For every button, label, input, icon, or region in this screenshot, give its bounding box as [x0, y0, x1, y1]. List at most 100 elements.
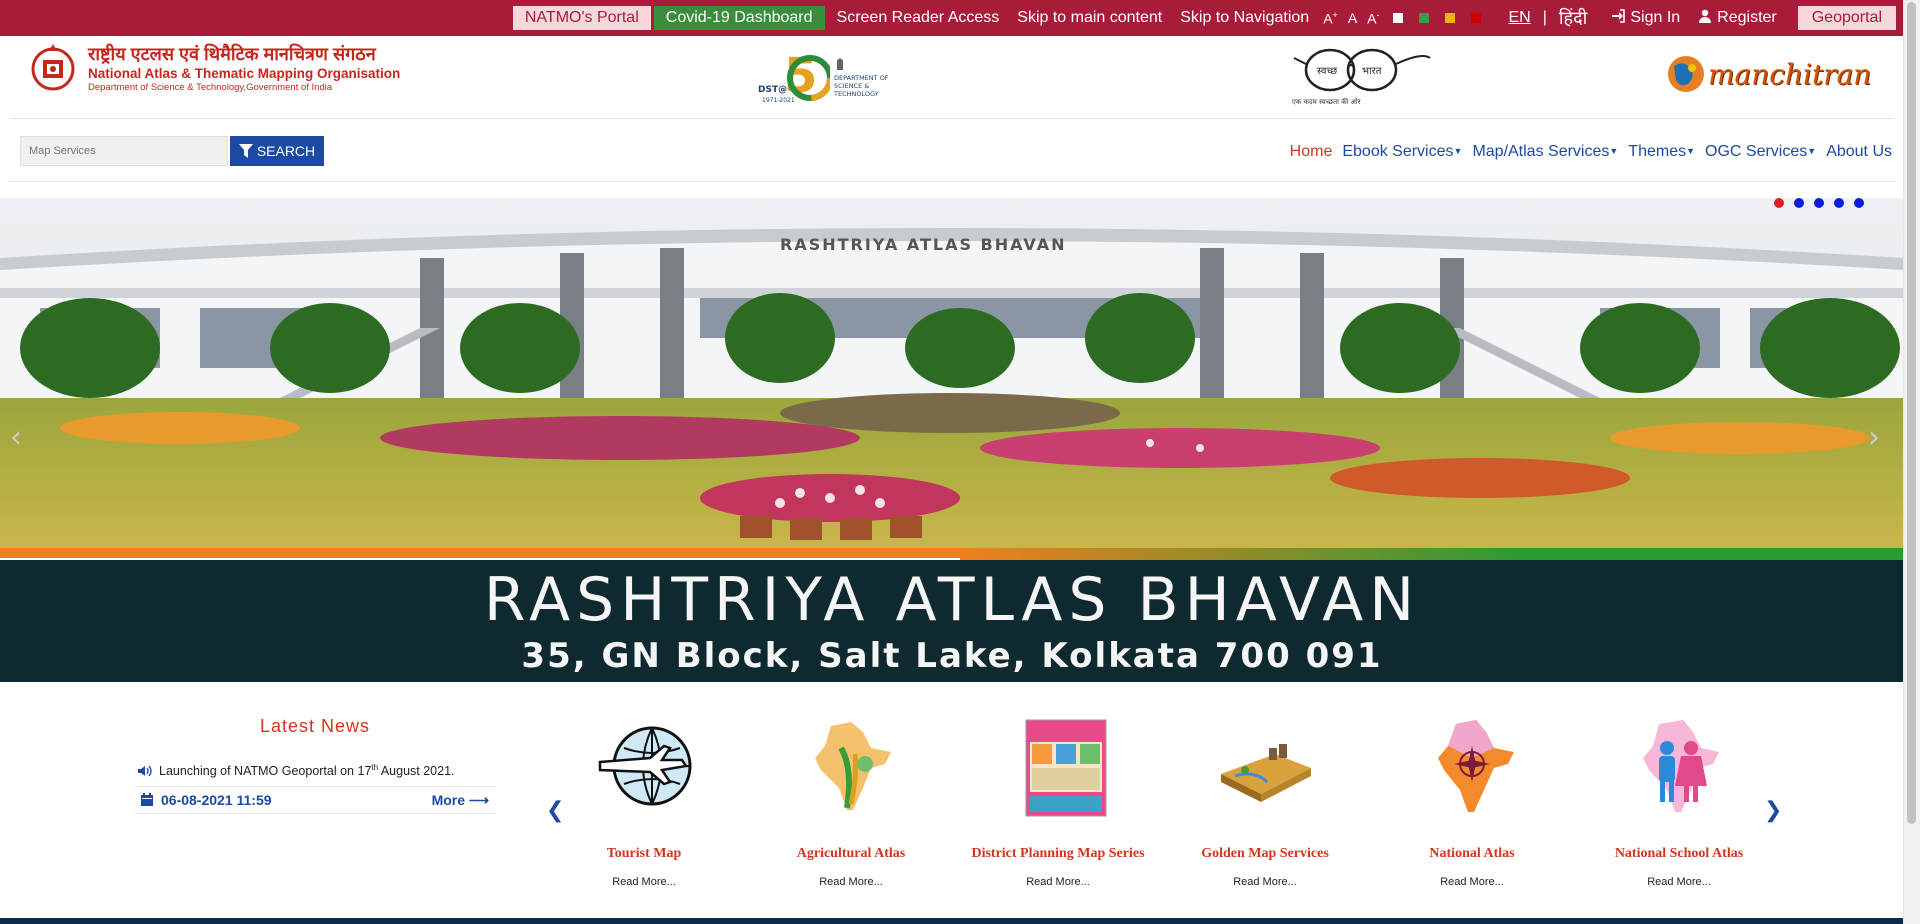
arrow-right-icon: ⟶: [468, 791, 489, 808]
skip-navigation-link[interactable]: Skip to Navigation: [1180, 9, 1309, 27]
scrollbar-thumb[interactable]: [1907, 2, 1916, 824]
airplane-globe-icon: [598, 726, 692, 806]
natmo-portal-link[interactable]: NATMO's Portal: [512, 6, 651, 30]
service-card-district-planning[interactable]: District Planning Map Series Read More..…: [963, 718, 1153, 888]
students-map-icon: [1643, 720, 1719, 812]
india-wheat-icon: [815, 722, 891, 810]
org-department: Department of Science & Technology,Gover…: [88, 81, 333, 93]
read-more-link[interactable]: Read More...: [1377, 876, 1567, 888]
lang-separator: |: [1542, 9, 1547, 26]
swachh-word-1: स्वच्छ: [1317, 66, 1337, 77]
read-more-link[interactable]: Read More...: [549, 876, 739, 888]
contrast-green-button[interactable]: [1418, 13, 1429, 23]
map-book-cover-icon: [1025, 719, 1107, 817]
skip-main-link[interactable]: Skip to main content: [1017, 9, 1162, 27]
hero-carousel: RASHTRIYA ATLAS BHAVAN RASHTRIYA ATLAS B…: [0, 198, 1904, 682]
register-label: Register: [1717, 9, 1777, 26]
screen-reader-link[interactable]: Screen Reader Access: [837, 9, 1000, 27]
news-more-link[interactable]: More ⟶: [432, 792, 489, 809]
footer-strip: [0, 918, 1904, 924]
news-more-label: More: [431, 791, 466, 808]
org-branding[interactable]: राष्ट्रीय एटलस एवं थिमैटिक मानचित्रण संग…: [30, 42, 400, 94]
menu-about-us[interactable]: About Us: [1826, 143, 1892, 161]
news-date: 06-08-2021 11:59: [141, 792, 272, 808]
font-decrease-button[interactable]: A-: [1367, 10, 1379, 27]
sign-in-link[interactable]: Sign In: [1611, 9, 1680, 27]
carousel-prev-icon[interactable]: ‹: [10, 420, 22, 455]
dst-years: 1971-2021: [762, 97, 795, 104]
carousel-next-icon[interactable]: ›: [1868, 420, 1880, 455]
menu-themes[interactable]: Themes▼: [1628, 143, 1695, 161]
dst-label: DST@: [758, 85, 787, 95]
service-card-national-school-atlas[interactable]: National School Atlas Read More...: [1584, 718, 1774, 888]
menu-ebook-services[interactable]: Ebook Services▼: [1342, 143, 1462, 161]
org-name-english: National Atlas & Thematic Mapping Organi…: [88, 65, 401, 81]
news-date-text: 06-08-2021 11:59: [161, 792, 272, 809]
carousel-dot-5[interactable]: [1854, 198, 1864, 208]
contrast-yellow-button[interactable]: [1444, 13, 1455, 23]
read-more-link[interactable]: Read More...: [756, 876, 946, 888]
menu-ebook-label: Ebook Services: [1342, 143, 1454, 160]
covid-dashboard-link[interactable]: Covid-19 Dashboard: [653, 6, 825, 30]
swachh-word-2: भारत: [1362, 66, 1382, 77]
menu-home[interactable]: Home: [1290, 143, 1333, 161]
register-link[interactable]: Register: [1698, 9, 1777, 27]
service-title: Tourist Map: [606, 846, 682, 861]
service-card-tourist-map[interactable]: Tourist Map Read More...: [549, 718, 739, 888]
carousel-dot-1[interactable]: [1774, 198, 1784, 208]
banner-title: RASHTRIYA ATLAS BHAVAN: [483, 565, 1421, 635]
site-header: राष्ट्रीय एटलस एवं थिमैटिक मानचित्रण संग…: [10, 36, 1894, 119]
news-item-text: Launching of NATMO Geoportal on 17th Aug…: [159, 763, 455, 779]
read-more-link[interactable]: Read More...: [963, 876, 1153, 888]
dst-50-logo-icon: 5 DST@ 1971-2021: [758, 48, 830, 104]
banner-address: 35, GN Block, Salt Lake, Kolkata 700 091: [521, 636, 1383, 676]
india-compass-icon: [1438, 720, 1514, 812]
building-photo: RASHTRIYA ATLAS BHAVAN: [0, 198, 1904, 548]
contrast-white-button[interactable]: [1392, 13, 1403, 23]
golden-map-terrain-icon: [1221, 744, 1311, 802]
menu-map-atlas-label: Map/Atlas Services: [1472, 143, 1610, 160]
news-item[interactable]: Launching of NATMO Geoportal on 17th Aug…: [135, 763, 495, 778]
service-card-national-atlas[interactable]: National Atlas Read More...: [1377, 718, 1567, 888]
navigation-row: SEARCH Home Ebook Services▼ Map/Atlas Se…: [10, 119, 1894, 182]
service-card-agricultural-atlas[interactable]: Agricultural Atlas Read More...: [756, 718, 946, 888]
manchitran-logo[interactable]: manchitran: [1666, 54, 1871, 94]
search-button[interactable]: SEARCH: [230, 136, 324, 166]
lang-en-link[interactable]: EN: [1509, 9, 1531, 27]
tricolor-stripe-green: [960, 548, 1904, 560]
read-more-link[interactable]: Read More...: [1584, 876, 1774, 888]
globe-icon: [1668, 56, 1704, 92]
carousel-dot-4[interactable]: [1834, 198, 1844, 208]
service-title: Agricultural Atlas: [796, 846, 906, 861]
calendar-icon: [141, 793, 153, 807]
font-normal-button[interactable]: A: [1348, 10, 1357, 26]
geoportal-button[interactable]: Geoportal: [1797, 6, 1896, 30]
dst-department: DEPARTMENT OF SCIENCE & TECHNOLOGY: [834, 74, 889, 98]
caret-down-icon: ▼: [1453, 146, 1463, 156]
page-scrollbar[interactable]: [1903, 0, 1920, 924]
swachh-tagline: एक कदम स्वच्छता की ओर: [1292, 98, 1361, 106]
service-card-golden-map[interactable]: Golden Map Services Read More...: [1170, 718, 1360, 888]
service-title: National Atlas: [1429, 846, 1515, 861]
caret-down-icon: ▼: [1686, 146, 1696, 156]
filter-icon: [238, 144, 253, 158]
carousel-indicators: [1774, 198, 1864, 208]
carousel-dot-3[interactable]: [1814, 198, 1824, 208]
manchitran-wordmark: manchitran: [1708, 57, 1872, 91]
font-increase-button[interactable]: A+: [1323, 10, 1338, 27]
read-more-link[interactable]: Read More...: [1170, 876, 1360, 888]
building-sign: RASHTRIYA ATLAS BHAVAN: [780, 235, 1067, 254]
sign-in-icon: [1612, 9, 1626, 23]
caret-down-icon: ▼: [1807, 146, 1817, 156]
menu-themes-label: Themes: [1628, 143, 1687, 160]
lang-hindi-link[interactable]: हिंदी: [1559, 6, 1587, 30]
carousel-dot-2[interactable]: [1794, 198, 1804, 208]
main-menu: Home Ebook Services▼ Map/Atlas Services▼…: [1280, 143, 1892, 161]
search-input[interactable]: [20, 136, 228, 166]
menu-ogc-services[interactable]: OGC Services▼: [1705, 143, 1816, 161]
menu-map-atlas-services[interactable]: Map/Atlas Services▼: [1472, 143, 1618, 161]
swachh-glasses-icon: स्वच्छ भारत: [1293, 48, 1431, 92]
speaker-icon: [138, 765, 152, 776]
contrast-red-button[interactable]: [1470, 13, 1481, 23]
dst-50-logo: 5 DST@ 1971-2021 DEPARTMENT OF SCIENCE &…: [758, 46, 900, 110]
